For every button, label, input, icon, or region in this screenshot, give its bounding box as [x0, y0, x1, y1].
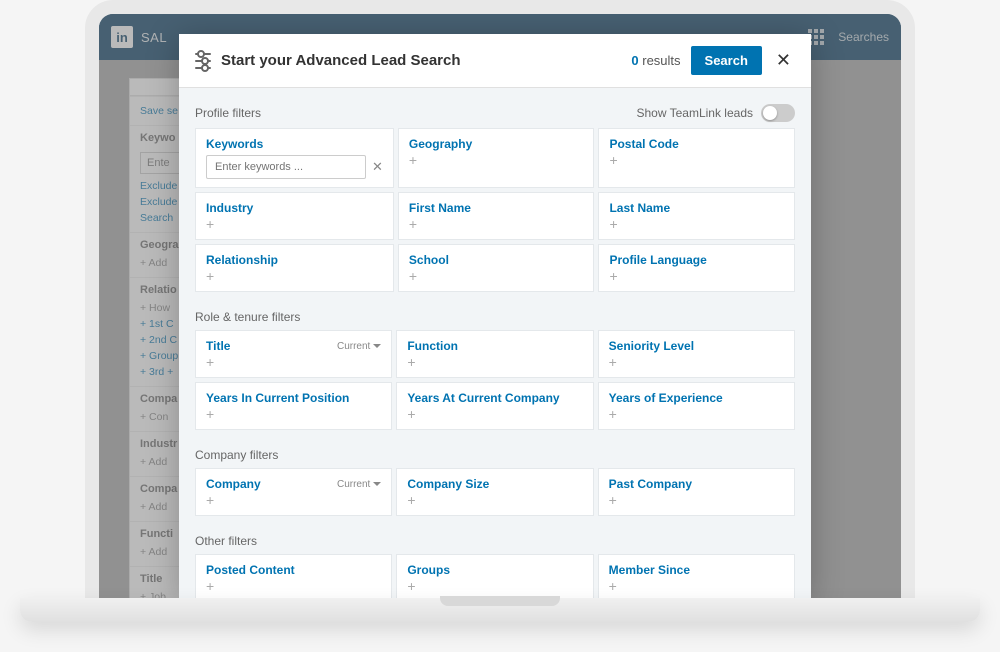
filter-posted-content[interactable]: Posted Content +	[195, 554, 392, 600]
filter-relationship[interactable]: Relationship +	[195, 244, 394, 292]
filter-first-name[interactable]: First Name +	[398, 192, 595, 240]
filter-last-name[interactable]: Last Name +	[598, 192, 795, 240]
filter-company-size[interactable]: Company Size +	[396, 468, 593, 516]
filter-company[interactable]: Company Current +	[195, 468, 392, 516]
filter-years-in-position[interactable]: Years In Current Position +	[195, 382, 392, 430]
results-count: 0 results	[631, 53, 680, 68]
filter-geography[interactable]: Geography +	[398, 128, 595, 188]
modal-title: Start your Advanced Lead Search	[221, 52, 621, 69]
plus-icon: +	[206, 493, 381, 507]
plus-icon: +	[206, 579, 381, 593]
chevron-down-icon	[373, 482, 381, 486]
filter-function[interactable]: Function +	[396, 330, 593, 378]
chevron-down-icon	[373, 344, 381, 348]
plus-icon: +	[206, 217, 383, 231]
filter-settings-icon	[195, 53, 211, 69]
section-profile-filters: Profile filters	[195, 106, 261, 120]
plus-icon: +	[407, 355, 582, 369]
filter-title[interactable]: Title Current +	[195, 330, 392, 378]
filter-groups[interactable]: Groups +	[396, 554, 593, 600]
plus-icon: +	[206, 269, 383, 283]
plus-icon: +	[609, 269, 784, 283]
advanced-search-modal: Start your Advanced Lead Search 0 result…	[179, 34, 811, 600]
filter-postal-code[interactable]: Postal Code +	[598, 128, 795, 188]
section-other-filters: Other filters	[195, 534, 257, 548]
plus-icon: +	[609, 217, 784, 231]
modal-header: Start your Advanced Lead Search 0 result…	[179, 34, 811, 88]
keywords-input[interactable]	[206, 155, 366, 179]
title-current-dropdown[interactable]: Current	[337, 341, 381, 352]
search-button[interactable]: Search	[691, 46, 762, 75]
plus-icon: +	[609, 407, 784, 421]
company-current-dropdown[interactable]: Current	[337, 479, 381, 490]
laptop-base	[20, 598, 980, 622]
filter-member-since[interactable]: Member Since +	[598, 554, 795, 600]
filter-seniority-level[interactable]: Seniority Level +	[598, 330, 795, 378]
filter-profile-language[interactable]: Profile Language +	[598, 244, 795, 292]
filter-years-at-company[interactable]: Years At Current Company +	[396, 382, 593, 430]
plus-icon: +	[609, 579, 784, 593]
plus-icon: +	[409, 153, 584, 167]
plus-icon: +	[609, 493, 784, 507]
filter-school[interactable]: School +	[398, 244, 595, 292]
clear-keywords-icon[interactable]: ✕	[372, 159, 383, 175]
plus-icon: +	[407, 407, 582, 421]
plus-icon: +	[206, 355, 381, 369]
teamlink-toggle[interactable]	[761, 104, 795, 122]
teamlink-label: Show TeamLink leads	[636, 106, 753, 120]
filter-years-experience[interactable]: Years of Experience +	[598, 382, 795, 430]
plus-icon: +	[407, 493, 582, 507]
section-role-tenure: Role & tenure filters	[195, 310, 300, 324]
plus-icon: +	[409, 217, 584, 231]
plus-icon: +	[609, 355, 784, 369]
filter-past-company[interactable]: Past Company +	[598, 468, 795, 516]
filter-industry[interactable]: Industry +	[195, 192, 394, 240]
plus-icon: +	[609, 153, 784, 167]
plus-icon: +	[407, 579, 582, 593]
section-company-filters: Company filters	[195, 448, 278, 462]
plus-icon: +	[206, 407, 381, 421]
close-button[interactable]: ✕	[772, 50, 795, 71]
plus-icon: +	[409, 269, 584, 283]
filter-keywords[interactable]: Keywords ✕	[195, 128, 394, 188]
